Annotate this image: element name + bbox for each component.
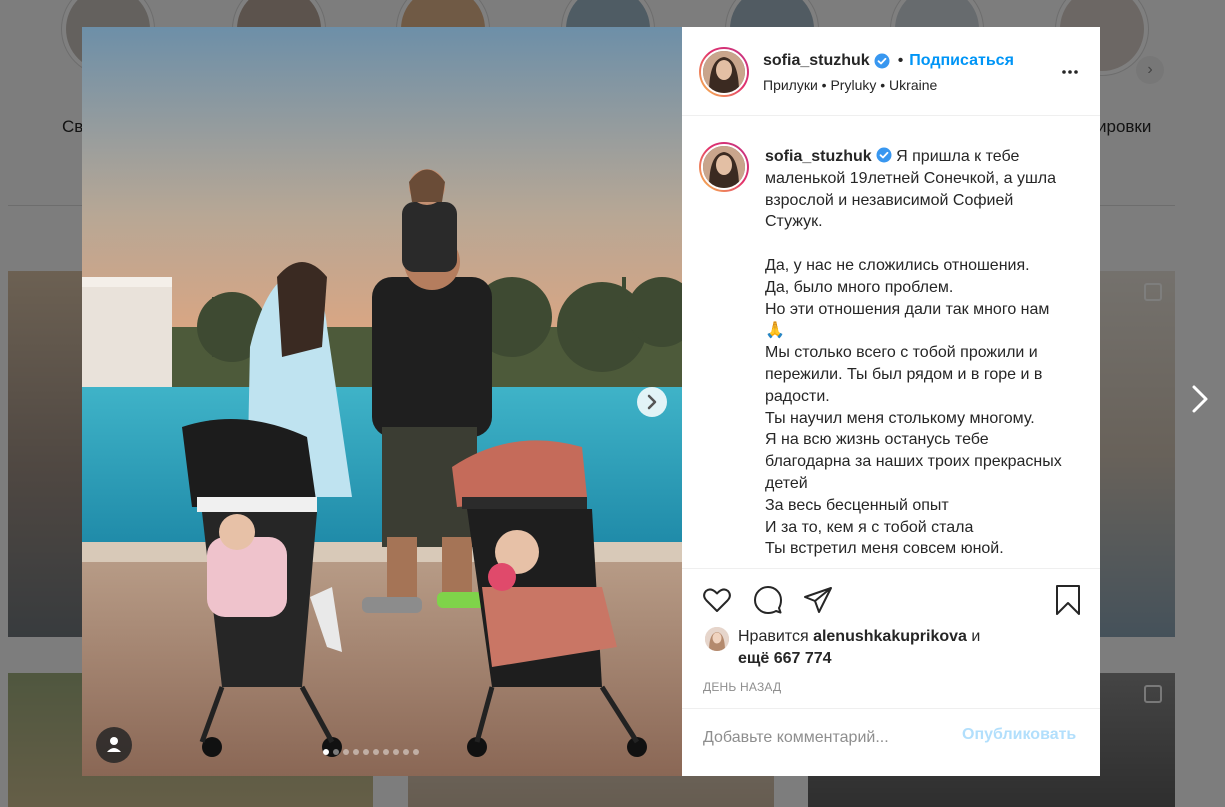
carousel-next-button[interactable] xyxy=(637,387,667,417)
post-header: sofia_stuzhuk • Подписаться Прилуки • Pr… xyxy=(682,27,1100,116)
author-username[interactable]: sofia_stuzhuk xyxy=(763,52,870,70)
avatar-image xyxy=(705,627,729,651)
comment-icon xyxy=(754,586,782,614)
carousel-dot xyxy=(333,749,339,755)
caption-username[interactable]: sofia_stuzhuk xyxy=(765,148,872,165)
header-name-row: sofia_stuzhuk • Подписаться xyxy=(763,52,1014,70)
likes-summary: Нравится alenushkakuprikova и ещё 667 77… xyxy=(738,626,1038,670)
carousel-dot xyxy=(353,749,359,755)
carousel-dot xyxy=(413,749,419,755)
carousel-dots xyxy=(323,749,419,755)
comment-button[interactable] xyxy=(752,584,784,616)
family-photo xyxy=(82,27,682,776)
more-options-button[interactable] xyxy=(1058,60,1082,84)
author-avatar[interactable] xyxy=(699,47,749,97)
user-tags-button[interactable] xyxy=(96,727,132,763)
post-caption: sofia_stuzhuk Я пришла к тебе маленькой … xyxy=(765,146,1065,560)
carousel-dot xyxy=(373,749,379,755)
carousel-dot xyxy=(403,749,409,755)
share-button[interactable] xyxy=(802,584,834,616)
carousel-dot xyxy=(393,749,399,755)
caption-area: sofia_stuzhuk Я пришла к тебе маленькой … xyxy=(682,116,1100,568)
liker-username[interactable]: alenushkakuprikova xyxy=(813,628,967,645)
more-options-icon xyxy=(1062,70,1078,74)
avatar-image xyxy=(703,51,745,93)
header-separator: • xyxy=(897,52,904,69)
likes-count[interactable]: ещё 667 774 xyxy=(738,650,832,667)
likes-prefix: Нравится xyxy=(738,628,809,645)
comment-bar: Опубликовать xyxy=(682,708,1100,776)
caption-body: Я пришла к тебе маленькой 19летней Сонеч… xyxy=(765,148,1062,558)
carousel-dot xyxy=(383,749,389,755)
avatar-image xyxy=(703,146,745,188)
user-tag-icon xyxy=(107,737,121,752)
heart-icon xyxy=(703,588,731,612)
next-post-button[interactable] xyxy=(1185,384,1215,420)
liker-avatar[interactable] xyxy=(705,627,729,651)
carousel-dot xyxy=(343,749,349,755)
verified-badge-icon xyxy=(874,53,890,69)
carousel-dot xyxy=(363,749,369,755)
save-button[interactable] xyxy=(1052,584,1084,616)
chevron-right-icon xyxy=(647,394,657,410)
publish-button[interactable]: Опубликовать xyxy=(962,726,1076,744)
post-timestamp[interactable]: ДЕНЬ НАЗАД xyxy=(703,680,781,694)
chevron-right-icon xyxy=(1192,385,1208,413)
like-button[interactable] xyxy=(701,584,733,616)
send-icon xyxy=(804,587,832,613)
post-photo[interactable] xyxy=(82,27,682,776)
verified-badge-icon xyxy=(876,147,892,163)
post-location[interactable]: Прилуки • Pryluky • Ukraine xyxy=(763,77,937,93)
follow-button[interactable]: Подписаться xyxy=(909,52,1014,70)
bookmark-icon xyxy=(1056,585,1080,615)
likes-conjunction: и xyxy=(971,628,981,645)
carousel-dot xyxy=(323,749,329,755)
caption-author-avatar[interactable] xyxy=(699,142,749,192)
comment-input[interactable] xyxy=(703,725,963,751)
